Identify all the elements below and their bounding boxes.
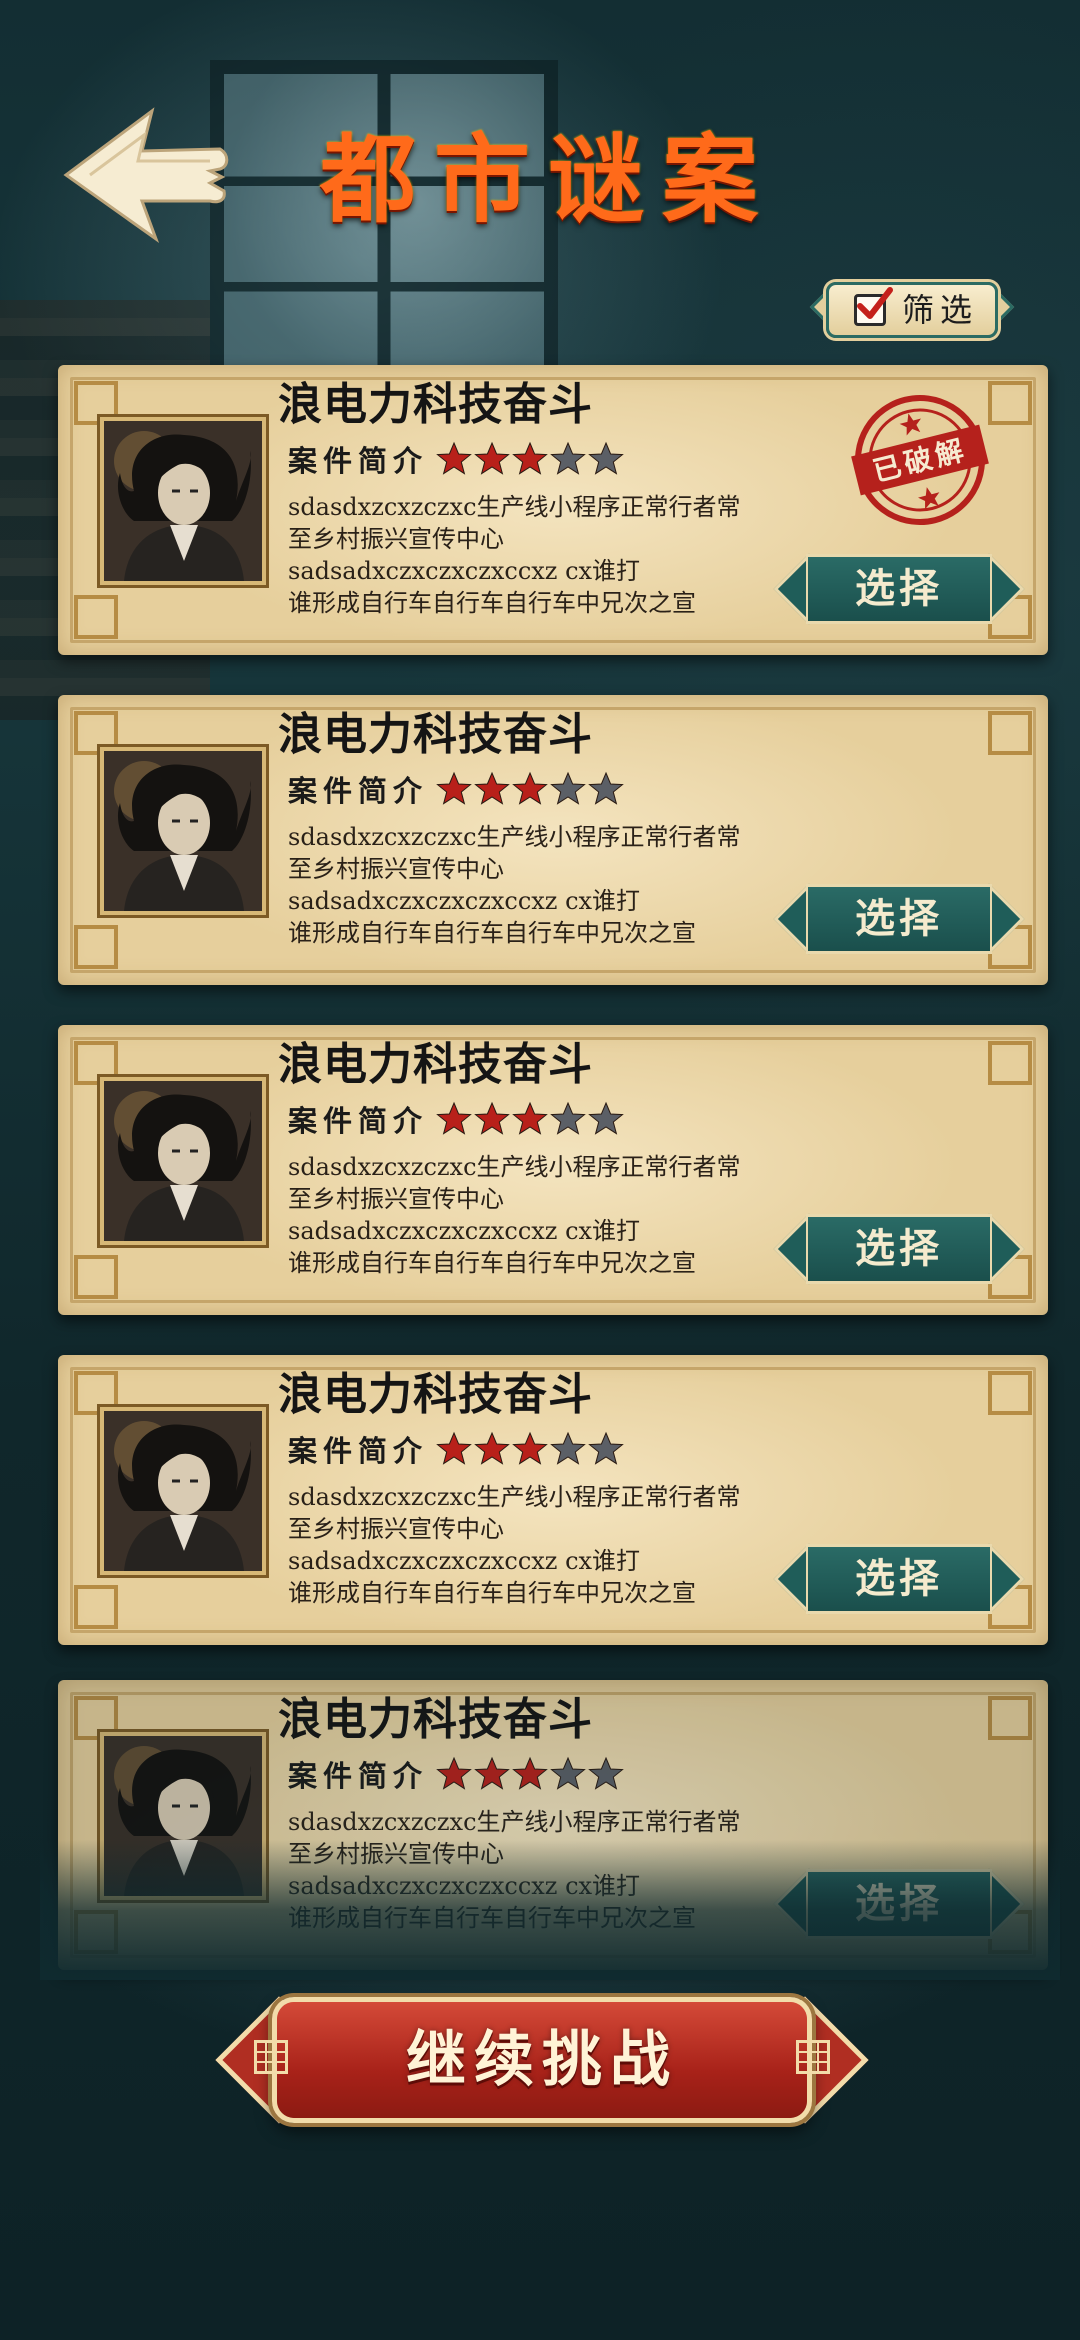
- case-brief-label: 案件简介: [288, 444, 429, 478]
- select-button[interactable]: 选择: [773, 1208, 1025, 1290]
- select-label: 选择: [855, 1225, 943, 1272]
- case-brief-label: 案件简介: [288, 1104, 429, 1138]
- star-icon: [512, 1431, 548, 1465]
- star-icon: [474, 771, 510, 805]
- case-description-line: 至乡村振兴宣传中心: [288, 1185, 504, 1213]
- case-description-line: 谁形成自行车自行车自行车中兄次之宣: [288, 589, 696, 617]
- case-description-line: sdasdxzcxzczxc生产线小程序正常行者常: [288, 1153, 741, 1181]
- character-portrait: [100, 747, 266, 915]
- difficulty-rating: [436, 1101, 624, 1141]
- corner-ornament: [988, 1371, 1032, 1415]
- star-icon: [588, 1756, 624, 1790]
- filter-toggle[interactable]: 筛选: [809, 278, 1015, 342]
- star-icon: [474, 441, 510, 475]
- select-button[interactable]: 选择: [773, 1538, 1025, 1620]
- case-title: 浪电力科技奋斗: [278, 379, 593, 430]
- case-description-line: sdasdxzcxzczxc生产线小程序正常行者常: [288, 823, 741, 851]
- star-icon: [512, 771, 548, 805]
- corner-ornament: [74, 595, 118, 639]
- case-description: sdasdxzcxzczxc生产线小程序正常行者常至乡村振兴宣传中心 sadsad…: [288, 491, 828, 619]
- case-card[interactable]: 浪电力科技奋斗案件简介 sdasdxzcxzczxc生产线小程序正常行者常至乡村振…: [58, 365, 1048, 655]
- case-description: sdasdxzcxzczxc生产线小程序正常行者常至乡村振兴宣传中心 sadsad…: [288, 1151, 828, 1279]
- star-icon: [436, 441, 472, 475]
- case-description-line: sdasdxzcxzczxc生产线小程序正常行者常: [288, 493, 741, 521]
- case-description-line: sadsadxczxczxczxccxz cx谁打: [288, 557, 641, 585]
- select-button[interactable]: 选择: [773, 878, 1025, 960]
- back-button[interactable]: [60, 105, 230, 245]
- corner-ornament: [988, 1696, 1032, 1740]
- case-brief-label: 案件简介: [288, 1759, 429, 1793]
- difficulty-rating: [436, 771, 624, 811]
- back-arrow-icon: [63, 107, 229, 244]
- corner-ornament: [988, 381, 1032, 425]
- star-icon: [550, 1101, 586, 1135]
- corner-ornament: [988, 1041, 1032, 1085]
- case-description-line: 谁形成自行车自行车自行车中兄次之宣: [288, 1579, 696, 1607]
- corner-ornament: [74, 1255, 118, 1299]
- star-icon: [474, 1431, 510, 1465]
- character-portrait-art: [104, 421, 262, 581]
- character-portrait: [100, 1407, 266, 1575]
- select-button[interactable]: 选择: [773, 548, 1025, 630]
- case-description-line: sdasdxzcxzczxc生产线小程序正常行者常: [288, 1808, 741, 1836]
- character-portrait: [100, 1077, 266, 1245]
- case-description-line: 至乡村振兴宣传中心: [288, 1515, 504, 1543]
- case-title: 浪电力科技奋斗: [278, 1369, 593, 1420]
- character-portrait-art: [104, 751, 262, 911]
- case-title: 浪电力科技奋斗: [278, 1039, 593, 1090]
- case-description-line: sadsadxczxczxczxccxz cx谁打: [288, 1547, 641, 1575]
- star-icon: [474, 1756, 510, 1790]
- corner-ornament: [988, 711, 1032, 755]
- star-icon: [436, 1431, 472, 1465]
- case-card[interactable]: 浪电力科技奋斗案件简介 sdasdxzcxzczxc生产线小程序正常行者常至乡村振…: [58, 695, 1048, 985]
- case-card[interactable]: 浪电力科技奋斗案件简介 sdasdxzcxzczxc生产线小程序正常行者常至乡村振…: [58, 1355, 1048, 1645]
- case-description: sdasdxzcxzczxc生产线小程序正常行者常至乡村振兴宣传中心 sadsad…: [288, 821, 828, 949]
- star-icon: [436, 1756, 472, 1790]
- page-title: 都市谜案: [320, 123, 776, 236]
- case-description-line: sdasdxzcxzczxc生产线小程序正常行者常: [288, 1483, 741, 1511]
- star-icon: [550, 1431, 586, 1465]
- star-icon: [512, 441, 548, 475]
- character-portrait-art: [104, 1081, 262, 1241]
- case-description-line: 谁形成自行车自行车自行车中兄次之宣: [288, 1249, 696, 1277]
- case-title: 浪电力科技奋斗: [278, 1694, 593, 1745]
- corner-ornament: [74, 925, 118, 969]
- difficulty-rating: [436, 1431, 624, 1471]
- select-label: 选择: [855, 895, 943, 942]
- star-icon: [550, 441, 586, 475]
- star-icon: [588, 1101, 624, 1135]
- list-fade-overlay: [40, 1840, 1060, 1980]
- case-brief-label: 案件简介: [288, 774, 429, 808]
- corner-ornament: [74, 1585, 118, 1629]
- select-label: 选择: [855, 1555, 943, 1602]
- case-brief-label: 案件简介: [288, 1434, 429, 1468]
- difficulty-rating: [436, 441, 624, 481]
- character-portrait-art: [104, 1411, 262, 1571]
- case-description-line: sadsadxczxczxczxccxz cx谁打: [288, 1217, 641, 1245]
- continue-label: 继续挑战: [406, 2025, 678, 2095]
- star-icon: [436, 771, 472, 805]
- filter-label: 筛选: [902, 291, 979, 329]
- star-icon: [474, 1101, 510, 1135]
- star-icon: [512, 1756, 548, 1790]
- difficulty-rating: [436, 1756, 624, 1796]
- case-description-line: 至乡村振兴宣传中心: [288, 525, 504, 553]
- star-icon: [588, 1431, 624, 1465]
- case-title: 浪电力科技奋斗: [278, 709, 593, 760]
- checkbox-checked-icon: [857, 287, 893, 319]
- star-icon: [588, 771, 624, 805]
- continue-challenge-button[interactable]: 继续挑战: [215, 1985, 869, 2135]
- star-icon: [588, 441, 624, 475]
- case-description-line: sadsadxczxczxczxccxz cx谁打: [288, 887, 641, 915]
- case-description-line: 至乡村振兴宣传中心: [288, 855, 504, 883]
- case-description-line: 谁形成自行车自行车自行车中兄次之宣: [288, 919, 696, 947]
- case-card[interactable]: 浪电力科技奋斗案件简介 sdasdxzcxzczxc生产线小程序正常行者常至乡村振…: [58, 1025, 1048, 1315]
- star-icon: [550, 1756, 586, 1790]
- case-description: sdasdxzcxzczxc生产线小程序正常行者常至乡村振兴宣传中心 sadsad…: [288, 1481, 828, 1609]
- star-icon: [512, 1101, 548, 1135]
- select-label: 选择: [855, 565, 943, 612]
- character-portrait: [100, 417, 266, 585]
- star-icon: [550, 771, 586, 805]
- star-icon: [436, 1101, 472, 1135]
